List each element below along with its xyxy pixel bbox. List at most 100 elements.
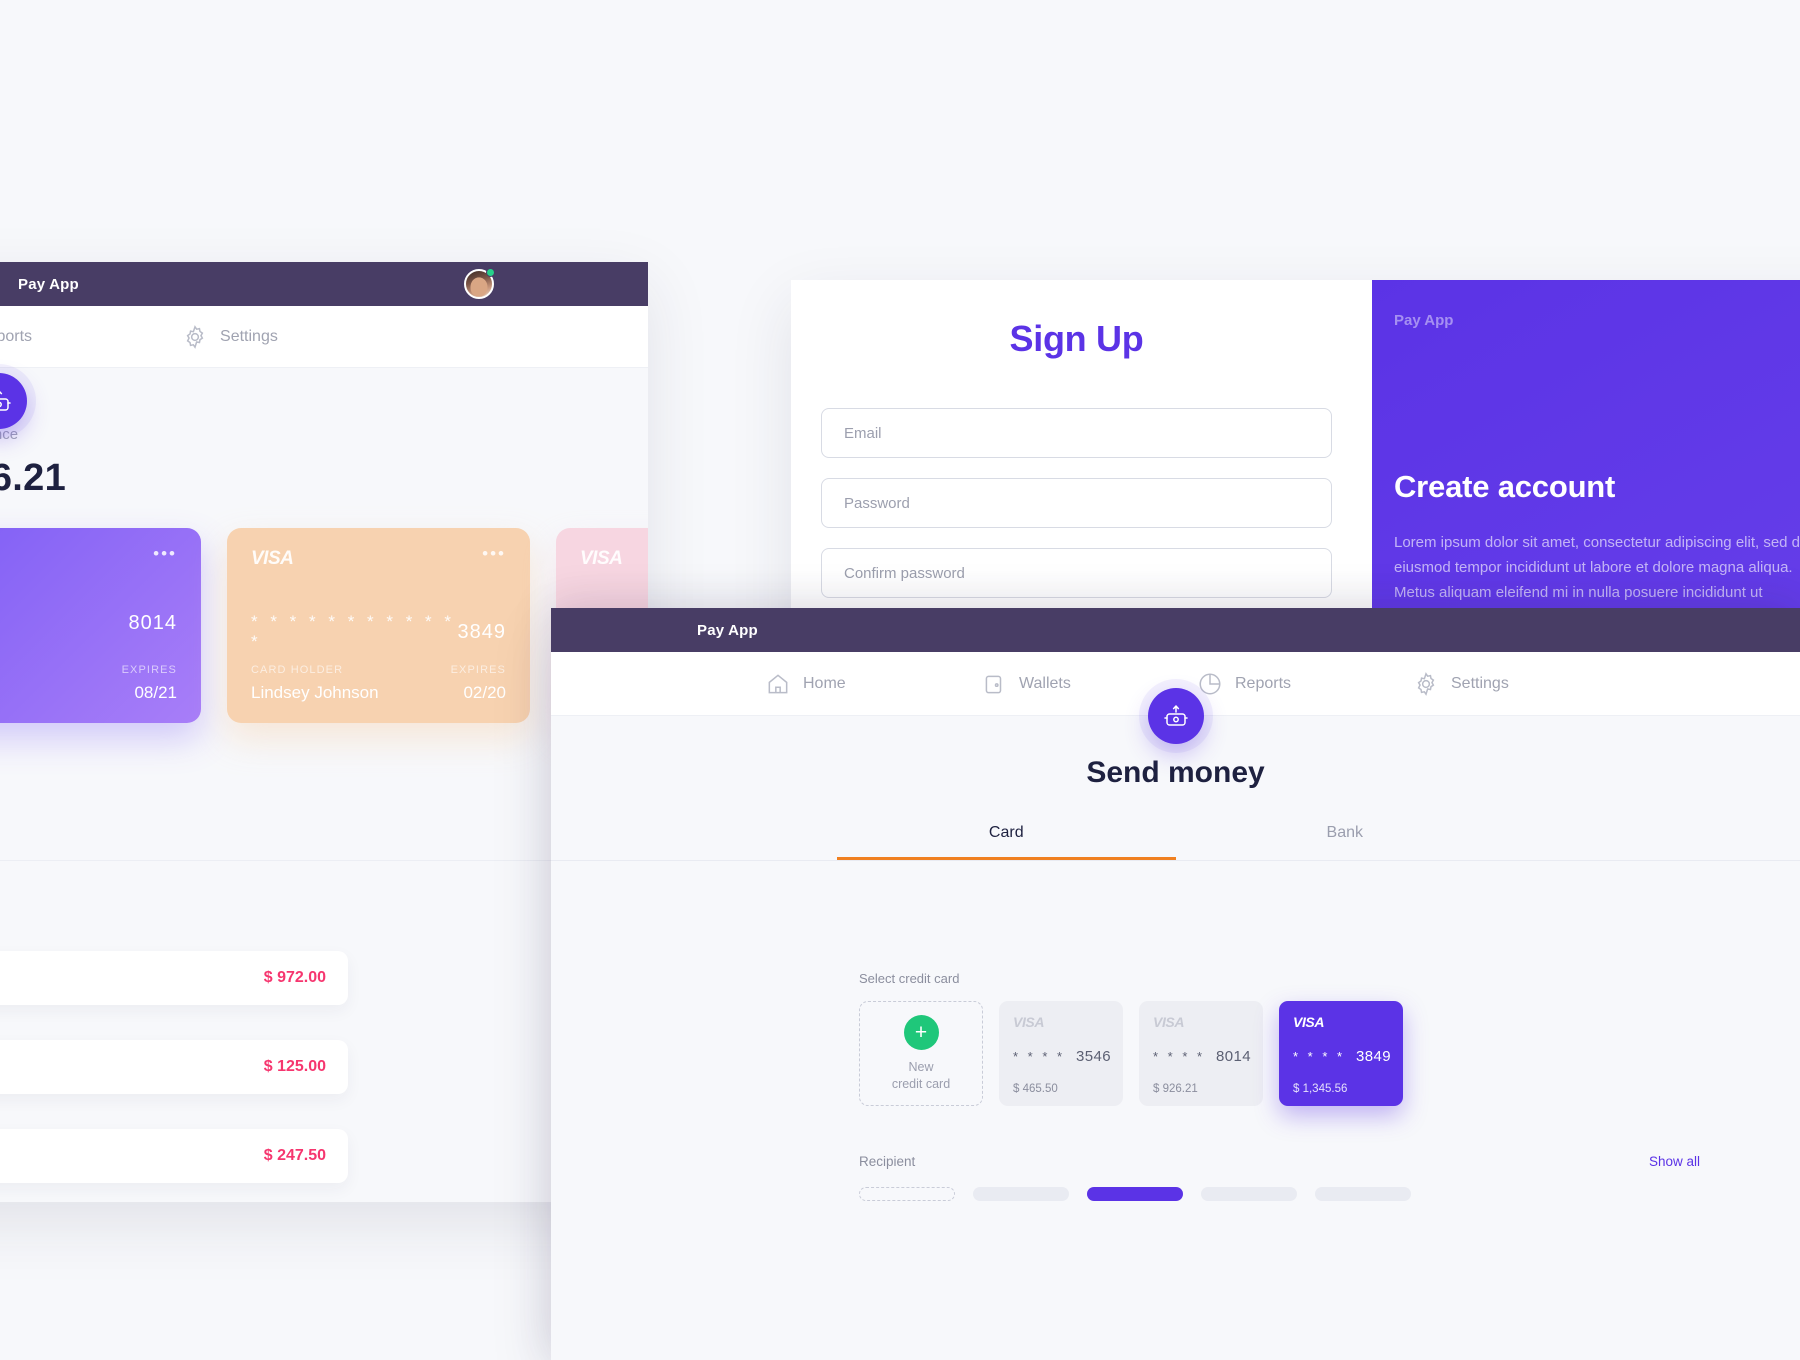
- send-money-icon: [0, 373, 27, 429]
- promo-body: Lorem ipsum dolor sit amet, consectetur …: [1394, 534, 1800, 601]
- show-all-link[interactable]: Show all: [1649, 1154, 1700, 1169]
- card-holder-value: Lindsey Johnson: [251, 683, 379, 702]
- page-title: Send money: [1086, 756, 1265, 789]
- confirm-password-field[interactable]: Confirm password: [821, 548, 1332, 598]
- list-item[interactable]: [1201, 1187, 1297, 1201]
- nav-label-home: Home: [803, 674, 846, 692]
- credit-card[interactable]: ••• * * * * 8014 n EXPIRES 08/21: [0, 528, 201, 723]
- recipient-label: Recipient: [859, 1154, 916, 1169]
- card-expires-value: 02/20: [463, 683, 506, 702]
- card-more-icon[interactable]: •••: [153, 545, 177, 562]
- card-number-row: * * * * 8014: [0, 612, 177, 635]
- card-expires-label: EXPIRES: [450, 664, 506, 676]
- card-number-last4: 3849: [457, 620, 506, 643]
- credit-card-choices: + New credit card VISA * * * * 3546 $ 46…: [859, 1001, 1800, 1106]
- table-row[interactable]: $ 972.00: [0, 951, 348, 1005]
- card-number-row: * * * * 8014: [1153, 1048, 1251, 1065]
- card-number-masked: * * * *: [1153, 1049, 1206, 1064]
- credit-card-option[interactable]: VISA * * * * 8014 $ 926.21: [1139, 1001, 1263, 1106]
- card-number-masked: * * * *: [1293, 1049, 1346, 1064]
- card-number-row: * * * * 3849: [1293, 1048, 1391, 1065]
- card-number-last4: 3546: [1076, 1048, 1111, 1065]
- gear-icon: [1413, 671, 1439, 697]
- send-money-icon: [1148, 688, 1204, 744]
- password-placeholder: Password: [844, 494, 910, 512]
- card-balance: $ 926.21: [1153, 1083, 1198, 1095]
- card-number-last4: 8014: [128, 612, 177, 634]
- balance-block: ur balance 926.21: [0, 368, 648, 500]
- tab-card[interactable]: Card: [837, 824, 1176, 860]
- nav-label-wallets: Wallets: [1019, 674, 1071, 692]
- promo-brand: Pay App: [1394, 312, 1454, 329]
- wallet-icon: [981, 671, 1007, 697]
- list-item[interactable]: [1315, 1187, 1411, 1201]
- dashboard-navbar: Reports Settings: [0, 306, 648, 429]
- visa-logo: VISA: [580, 548, 623, 569]
- nav-item-settings[interactable]: Settings: [182, 324, 278, 350]
- send-method-tabs: Card Bank: [551, 824, 1800, 861]
- credit-card-option[interactable]: VISA * * * * 3546 $ 465.50: [999, 1001, 1123, 1106]
- visa-logo: VISA: [1293, 1014, 1325, 1030]
- card-meta-row: CARD HOLDER Lindsey Johnson EXPIRES 02/2…: [251, 664, 506, 703]
- home-icon: [765, 671, 791, 697]
- new-credit-card-button[interactable]: + New credit card: [859, 1001, 983, 1106]
- transaction-amount: $ 247.50: [263, 1147, 326, 1164]
- send-money-window: Pay App Home Wallets Reports Settings Se…: [551, 608, 1800, 1360]
- card-number-last4: 8014: [1216, 1048, 1251, 1065]
- dashboard-app-title: Pay App: [18, 275, 79, 293]
- nav-item-reports[interactable]: Reports: [0, 324, 32, 350]
- nav-label-settings: Settings: [1451, 674, 1509, 692]
- card-expires-value: 08/21: [134, 683, 177, 702]
- card-number-last4: 3849: [1356, 1048, 1391, 1065]
- new-card-line1: New: [908, 1059, 934, 1074]
- nav-item-reports[interactable]: Reports: [1197, 671, 1413, 697]
- page-title: Sign Up: [1009, 318, 1144, 359]
- email-field[interactable]: Email: [821, 408, 1332, 458]
- card-meta-row: n EXPIRES 08/21: [0, 664, 177, 703]
- recipient-list: [551, 1169, 1800, 1201]
- send-money-fab[interactable]: [0, 373, 27, 429]
- tab-bank[interactable]: Bank: [1176, 824, 1515, 860]
- card-more-icon[interactable]: •••: [482, 545, 506, 562]
- confirm-password-placeholder: Confirm password: [844, 564, 965, 582]
- card-holder-label: CARD HOLDER: [251, 664, 344, 676]
- send-money-fab[interactable]: [1148, 688, 1204, 744]
- nav-label-settings: Settings: [220, 327, 278, 345]
- password-field[interactable]: Password: [821, 478, 1332, 528]
- credit-card-option-selected[interactable]: VISA * * * * 3849 $ 1,345.56: [1279, 1001, 1403, 1106]
- card-balance: $ 1,345.56: [1293, 1083, 1348, 1095]
- credit-card[interactable]: VISA ••• * * * * * * * * * * * * 3849 CA…: [227, 528, 530, 723]
- card-number-row: * * * * * * * * * * * * 3849: [251, 612, 506, 652]
- gear-icon: [182, 324, 208, 350]
- visa-logo: VISA: [251, 548, 294, 569]
- plus-icon: +: [903, 1014, 939, 1050]
- card-expires-label: EXPIRES: [121, 664, 177, 676]
- new-recipient-button[interactable]: [859, 1187, 955, 1201]
- nav-item-home[interactable]: Home: [765, 671, 981, 697]
- visa-logo: VISA: [1013, 1014, 1045, 1030]
- table-row[interactable]: $ 125.00: [0, 1040, 348, 1094]
- send-titlebar: Pay App: [551, 608, 1800, 652]
- card-number-masked: * * * *: [1013, 1049, 1066, 1064]
- avatar[interactable]: [464, 268, 495, 299]
- balance-value: 926.21: [0, 457, 67, 499]
- table-row[interactable]: $ 247.50: [0, 1129, 348, 1183]
- transaction-amount: $ 125.00: [263, 1058, 326, 1075]
- visa-logo: VISA: [1153, 1014, 1185, 1030]
- list-item[interactable]: [973, 1187, 1069, 1201]
- nav-item-settings[interactable]: Settings: [1413, 671, 1629, 697]
- select-credit-card-section: Select credit card + New credit card VIS…: [551, 861, 1800, 1106]
- recipient-section-header: Recipient Show all: [551, 1106, 1800, 1169]
- online-status-dot: [486, 268, 495, 277]
- nav-label-reports: Reports: [1235, 674, 1292, 692]
- new-credit-card-label: New credit card: [892, 1059, 950, 1093]
- dashboard-titlebar: Pay App: [0, 262, 648, 306]
- balance-label: ur balance: [0, 426, 19, 443]
- send-navbar: Home Wallets Reports Settings: [551, 652, 1800, 744]
- transaction-amount: $ 972.00: [263, 969, 326, 986]
- card-number-masked: * * * * * * * * * * * *: [251, 612, 456, 651]
- select-credit-card-label: Select credit card: [859, 971, 960, 986]
- list-item-selected[interactable]: [1087, 1187, 1183, 1201]
- new-card-line2: credit card: [891, 1076, 951, 1091]
- send-money-body: Send money Card Bank Select credit card …: [551, 716, 1800, 1201]
